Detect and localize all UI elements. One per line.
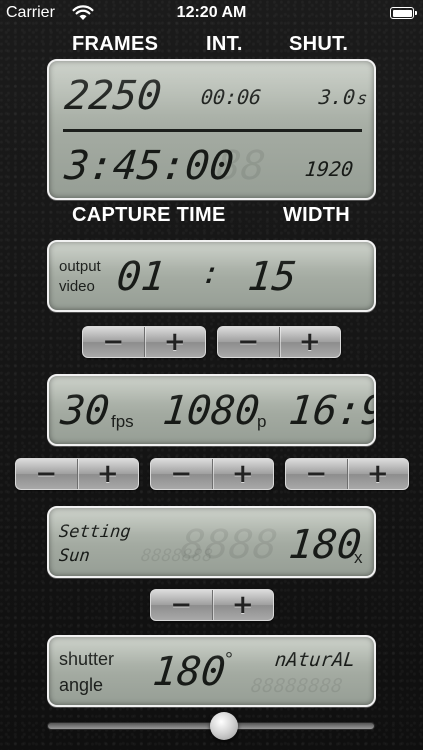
format-lcd-panel[interactable]: 30 fps 1080 p 16:9 — [47, 374, 376, 446]
frames-stepper[interactable]: − + — [82, 326, 206, 358]
fps-value: 30 — [58, 388, 112, 434]
aspect-ratio-plus-button[interactable]: + — [346, 459, 409, 489]
setting-plus-button[interactable]: + — [211, 590, 274, 620]
shutter-label: shutter — [59, 649, 115, 669]
video-label: video — [59, 278, 95, 295]
output-label: output — [59, 258, 101, 275]
setting-lcd-panel[interactable]: Setting Sun 8888888 8888 180 x — [47, 506, 376, 578]
resolution-unit: p — [257, 412, 267, 431]
fps-minus-button[interactable]: − — [16, 459, 77, 489]
shutter-value: 3.0 — [317, 85, 357, 109]
width-header: WIDTH — [283, 204, 351, 226]
sun-label: Sun — [57, 546, 91, 566]
multiplier-unit: x — [354, 548, 363, 567]
shutter-angle-slider-knob[interactable] — [210, 712, 239, 740]
output-separator: : — [200, 256, 222, 291]
ghost-digits: 8888 — [178, 522, 280, 568]
aspect-ratio-stepper[interactable]: − + — [285, 458, 409, 490]
capture-time-value: 3:45:00 — [62, 143, 236, 189]
setting-stepper[interactable]: − + — [150, 589, 274, 621]
resolution-minus-button[interactable]: − — [151, 459, 212, 489]
interval-plus-button[interactable]: + — [278, 327, 341, 357]
shutter-header: SHUT. — [289, 33, 349, 55]
lcd-divider — [63, 129, 362, 132]
angle-label: angle — [59, 675, 104, 695]
output-minutes: 01 — [114, 254, 168, 300]
frames-plus-button[interactable]: + — [143, 327, 206, 357]
width-value: 1920 — [303, 157, 355, 181]
resolution-stepper[interactable]: − + — [150, 458, 274, 490]
frames-value: 2250 — [62, 73, 164, 119]
shutter-angle-value: 180 — [150, 649, 228, 695]
output-seconds: 15 — [245, 254, 299, 300]
multiplier-value: 180 — [286, 522, 364, 568]
battery-icon — [390, 7, 417, 19]
aspect-ratio-minus-button[interactable]: − — [286, 459, 347, 489]
fps-plus-button[interactable]: + — [76, 459, 139, 489]
interval-minus-button[interactable]: − — [218, 327, 279, 357]
fps-unit: fps — [111, 412, 134, 431]
resolution-value: 1080 — [160, 388, 262, 434]
ghost-digits: 88888888 — [249, 675, 344, 697]
fps-stepper[interactable]: − + — [15, 458, 139, 490]
interval-header: INT. — [206, 33, 243, 55]
output-video-lcd-panel[interactable]: output video 01 : 15 — [47, 240, 376, 312]
shutter-angle-lcd-panel[interactable]: shutter angle 180 ° nAturAL 88888888 — [47, 635, 376, 707]
shutter-unit: s — [355, 89, 369, 109]
setting-minus-button[interactable]: − — [151, 590, 212, 620]
capture-time-header: CAPTURE TIME — [72, 204, 226, 226]
frames-header: FRAMES — [72, 33, 159, 55]
degree-unit: ° — [225, 649, 233, 671]
interval-stepper[interactable]: − + — [217, 326, 341, 358]
clock-time: 12:20 AM — [176, 4, 247, 21]
resolution-plus-button[interactable]: + — [211, 459, 274, 489]
frames-minus-button[interactable]: − — [83, 327, 144, 357]
aspect-ratio-value: 16:9 — [286, 388, 376, 434]
status-bar: Carrier 12:20 AM — [0, 0, 423, 28]
mode-value: nAturAL — [273, 649, 357, 671]
timelapse-lcd-panel[interactable]: 2250 00:06 3.0 s 88 3:45:00 1920 — [47, 59, 376, 200]
interval-value: 00:06 — [199, 85, 263, 109]
setting-label: Setting — [57, 522, 132, 542]
